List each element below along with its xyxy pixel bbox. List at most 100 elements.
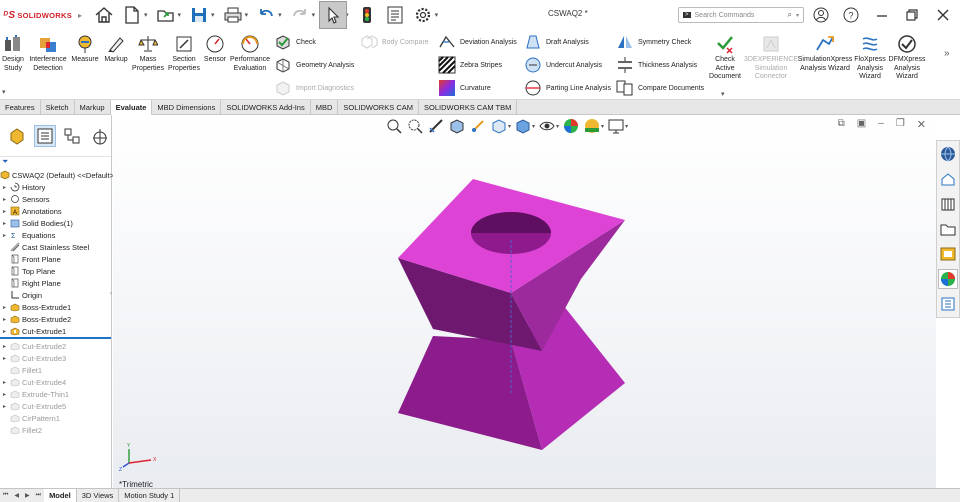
ribbon-overflow-icon[interactable]: » xyxy=(944,48,950,59)
expand-arrow-icon[interactable]: ▸ xyxy=(0,208,9,215)
measure-button[interactable]: Measure xyxy=(70,34,100,65)
floxpress-button[interactable]: FloXpress Analysis Wizard xyxy=(853,34,887,82)
expand-arrow-icon[interactable]: ▸ xyxy=(0,316,9,323)
help-button[interactable]: ? xyxy=(840,4,862,26)
custom-properties-tab[interactable] xyxy=(938,294,958,314)
tab-markup[interactable]: Markup xyxy=(75,100,111,115)
bottom-tab-model[interactable]: Model xyxy=(44,489,77,502)
3dexperience-simulation-connector-button[interactable]: 3DEXPERIENCE Simulation Connector xyxy=(744,34,798,82)
parting-line-analysis-button[interactable]: Parting Line Analysis xyxy=(524,79,611,97)
tree-item-solid-bodies-1[interactable]: ▸ Solid Bodies(1) xyxy=(0,217,111,229)
ribbon-collapse-icon[interactable]: ▾ xyxy=(2,88,6,96)
expand-arrow-icon[interactable]: ▸ xyxy=(0,184,9,191)
expand-arrow-icon[interactable]: ▸ xyxy=(0,304,9,311)
graphics-area[interactable]: ▾ ▾ ▾ ▾ ▾ ⧉ ▣ – ❐ ✕ Y X Z *Trimetric xyxy=(113,115,936,489)
minimize-button[interactable] xyxy=(871,4,893,26)
check-active-document-dropdown-icon[interactable]: ▾ xyxy=(721,90,725,98)
restore-button[interactable] xyxy=(901,4,923,26)
search-commands-field[interactable]: > Search Commands ⌕ ▾ xyxy=(678,7,804,23)
home-tab[interactable] xyxy=(938,169,958,189)
tree-item-cut-extrude3[interactable]: ▸ Cut-Extrude3 xyxy=(0,352,111,364)
check-button[interactable]: Check xyxy=(274,33,316,51)
tree-filter-icon[interactable]: ⏷ xyxy=(2,157,111,167)
mass-properties-button[interactable]: Mass Properties xyxy=(130,34,166,73)
last-tab-arrow-icon[interactable]: ⏭ xyxy=(33,492,44,499)
curvature-button[interactable]: Curvature xyxy=(438,79,491,97)
expand-arrow-icon[interactable]: ▸ xyxy=(0,391,9,398)
check-active-document-button[interactable]: Check Active Document xyxy=(706,34,744,82)
tab-dimxpert-manager[interactable] xyxy=(89,125,111,147)
tree-item-fillet1[interactable]: Fillet1 xyxy=(0,364,111,376)
tab-solidworks-cam-tbm[interactable]: SOLIDWORKS CAM TBM xyxy=(419,100,518,115)
thickness-analysis-button[interactable]: Thickness Analysis xyxy=(616,56,697,74)
tab-solidworks-add-ins[interactable]: SOLIDWORKS Add-Ins xyxy=(221,100,311,115)
options-button[interactable] xyxy=(409,1,437,29)
file-properties-button[interactable] xyxy=(381,1,409,29)
bottom-tab-motion-study-1[interactable]: Motion Study 1 xyxy=(119,489,181,502)
draft-analysis-button[interactable]: Draft Analysis xyxy=(524,33,589,51)
tab-features[interactable]: Features xyxy=(0,100,41,115)
tab-mbd[interactable]: MBD xyxy=(311,100,339,115)
next-tab-arrow-icon[interactable]: ▶ xyxy=(22,492,33,499)
open-button[interactable] xyxy=(152,1,180,29)
tab-sketch[interactable]: Sketch xyxy=(41,100,75,115)
expand-arrow-icon[interactable]: ▸ xyxy=(0,328,9,335)
file-explorer-tab[interactable] xyxy=(938,219,958,239)
sensor-button[interactable]: Sensor xyxy=(202,34,228,65)
markup-button[interactable]: Markup xyxy=(102,34,130,65)
tab-evaluate[interactable]: Evaluate xyxy=(110,100,153,115)
symmetry-check-button[interactable]: Symmetry Check xyxy=(616,33,691,51)
tree-item-cut-extrude2[interactable]: ▸ Cut-Extrude2 xyxy=(0,340,111,352)
tree-item-top-plane[interactable]: Top Plane xyxy=(0,265,111,277)
first-tab-arrow-icon[interactable]: ⏮ xyxy=(0,492,11,499)
solidworks-logo[interactable]: ᴰS SOLIDWORKS xyxy=(3,10,72,21)
tree-item-cast-stainless-steel[interactable]: Cast Stainless Steel xyxy=(0,241,111,253)
tree-item-history[interactable]: ▸ History xyxy=(0,181,111,193)
tab-feature-manager[interactable] xyxy=(6,125,28,147)
body-compare-button[interactable]: Body Compare xyxy=(360,33,429,51)
print-button[interactable] xyxy=(219,1,247,29)
search-dropdown-icon[interactable]: ▾ xyxy=(796,12,799,19)
interference-detection-button[interactable]: Interference Detection xyxy=(28,34,68,73)
user-account-button[interactable] xyxy=(810,4,832,26)
tree-item-cut-extrude5[interactable]: ▸ Cut-Extrude5 xyxy=(0,400,111,412)
solidworks-resources-tab[interactable] xyxy=(938,144,958,164)
expand-arrow-icon[interactable]: ▸ xyxy=(0,343,9,350)
tab-mbd-dimensions[interactable]: MBD Dimensions xyxy=(152,100,222,115)
tree-item-front-plane[interactable]: Front Plane xyxy=(0,253,111,265)
tree-item-boss-extrude2[interactable]: ▸ Boss-Extrude2 xyxy=(0,313,111,325)
expand-arrow-icon[interactable]: ▸ xyxy=(0,355,9,362)
redo-button[interactable] xyxy=(286,1,314,29)
expand-arrow-icon[interactable]: ▸ xyxy=(0,403,9,410)
tree-item-origin[interactable]: Origin xyxy=(0,289,111,301)
prev-tab-arrow-icon[interactable]: ◀ xyxy=(11,492,22,499)
search-icon[interactable]: ⌕ xyxy=(788,10,792,20)
section-properties-button[interactable]: Section Properties xyxy=(167,34,201,73)
save-button[interactable] xyxy=(185,1,213,29)
simulationxpress-button[interactable]: SimulationXpress Analysis Wizard xyxy=(798,34,852,73)
zebra-stripes-button[interactable]: Zebra Stripes xyxy=(438,56,502,74)
undercut-analysis-button[interactable]: Undercut Analysis xyxy=(524,56,602,74)
rollback-bar[interactable] xyxy=(0,337,111,339)
tree-root[interactable]: CSWAQ2 (Default) <<Default> xyxy=(0,169,114,181)
tree-item-cut-extrude4[interactable]: ▸ Cut-Extrude4 xyxy=(0,376,111,388)
expand-arrow-icon[interactable]: ▸ xyxy=(0,196,9,203)
menu-expand-chevron-icon[interactable]: ▸ xyxy=(78,11,82,20)
expand-arrow-icon[interactable]: ▸ xyxy=(0,379,9,386)
tree-item-cut-extrude1[interactable]: ▸ Cut-Extrude1 xyxy=(0,325,111,337)
tree-item-equations[interactable]: ▸ Σ Equations xyxy=(0,229,111,241)
tab-configuration-manager[interactable] xyxy=(62,125,84,147)
appearances-tab[interactable] xyxy=(938,269,958,289)
tree-item-extrude-thin1[interactable]: ▸ Extrude-Thin1 xyxy=(0,388,111,400)
home-button[interactable] xyxy=(90,1,118,29)
tree-item-right-plane[interactable]: Right Plane xyxy=(0,277,111,289)
undo-button[interactable] xyxy=(252,1,280,29)
part-model[interactable] xyxy=(398,179,625,450)
tab-solidworks-cam[interactable]: SOLIDWORKS CAM xyxy=(338,100,419,115)
bottom-tab-3d-views[interactable]: 3D Views xyxy=(77,489,120,502)
close-button[interactable] xyxy=(932,4,954,26)
tree-item-fillet2[interactable]: Fillet2 xyxy=(0,424,111,436)
import-diagnostics-button[interactable]: Import Diagnostics xyxy=(274,79,354,97)
compare-documents-button[interactable]: Compare Documents xyxy=(616,79,704,97)
dfmxpress-button[interactable]: DFMXpress Analysis Wizard xyxy=(888,34,926,82)
